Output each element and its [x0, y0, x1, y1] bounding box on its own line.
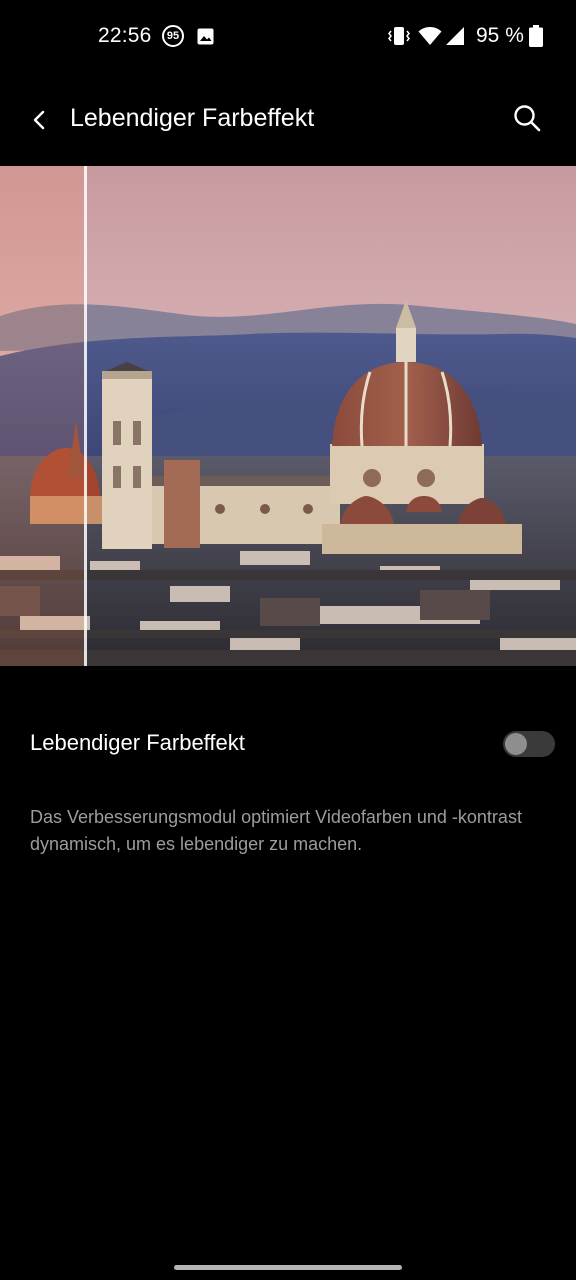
- toggle-thumb: [505, 733, 527, 755]
- status-time: 22:56: [98, 24, 152, 47]
- setting-description: Das Verbesserungsmodul optimiert Videofa…: [30, 807, 522, 854]
- back-arrow-icon: [33, 110, 45, 130]
- compare-before-region: [0, 166, 84, 666]
- app-bar: Lebendiger Farbeffekt: [0, 74, 576, 164]
- status-bar: 22:56 95 95 %: [0, 0, 576, 74]
- signal-icon: [446, 27, 464, 45]
- gesture-nav-handle[interactable]: [174, 1265, 402, 1270]
- page-title: Lebendiger Farbeffekt: [70, 104, 315, 132]
- vibrate-icon: [388, 27, 410, 45]
- image-icon: [197, 28, 214, 45]
- search-button[interactable]: [508, 99, 546, 137]
- compare-divider[interactable]: [84, 166, 87, 666]
- setting-row-vivid-color[interactable]: Lebendiger Farbeffekt: [0, 714, 576, 774]
- notification-count-icon: 95: [162, 25, 184, 47]
- preview-image: [0, 166, 576, 666]
- wifi-icon: [418, 27, 442, 45]
- back-button[interactable]: [22, 102, 58, 138]
- setting-label: Lebendiger Farbeffekt: [30, 730, 245, 755]
- search-icon: [514, 105, 541, 132]
- battery-percent: 95 %: [476, 24, 524, 47]
- vivid-color-toggle[interactable]: [503, 731, 555, 757]
- battery-icon: [529, 25, 543, 47]
